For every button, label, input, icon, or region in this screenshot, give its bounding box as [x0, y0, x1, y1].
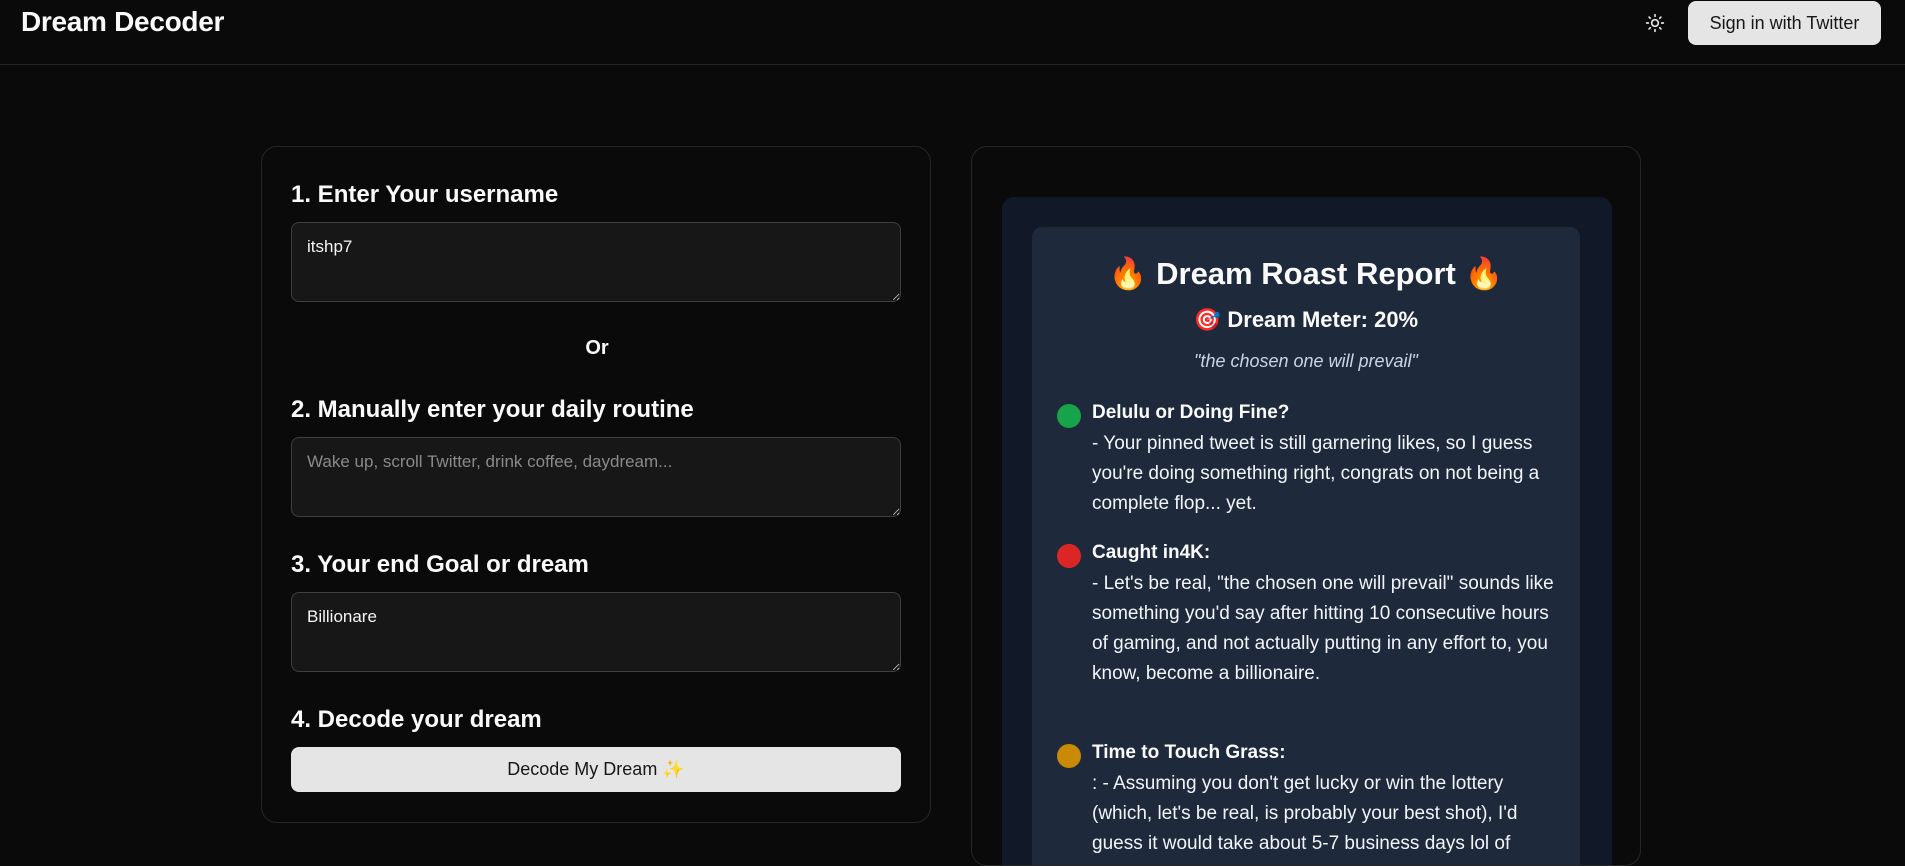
roast-heading: Caught in4K:	[1092, 542, 1211, 563]
roast-heading: Time to Touch Grass:	[1092, 742, 1286, 763]
or-divider: Or	[585, 337, 609, 359]
step3-label: 3. Your end Goal or dream	[291, 551, 589, 578]
report-panel: 🔥 Dream Roast Report 🔥 🎯 Dream Meter: 20…	[971, 146, 1641, 866]
step2-label: 2. Manually enter your daily routine	[291, 396, 694, 423]
roast-body: : - Assuming you don't get lucky or win …	[1092, 773, 1518, 854]
status-dot-red	[1057, 544, 1081, 568]
decode-dream-button[interactable]: Decode My Dream ✨	[291, 747, 901, 792]
sun-icon[interactable]	[1642, 10, 1668, 36]
dream-quote: "the chosen one will prevail"	[1194, 351, 1418, 371]
report-container: 🔥 Dream Roast Report 🔥 🎯 Dream Meter: 20…	[1002, 197, 1612, 865]
dream-meter: 🎯 Dream Meter: 20%	[1193, 307, 1419, 332]
sign-in-twitter-button[interactable]: Sign in with Twitter	[1688, 1, 1881, 45]
daily-routine-input[interactable]	[291, 437, 901, 517]
step4-label: 4. Decode your dream	[291, 706, 542, 733]
step1-label: 1. Enter Your username	[291, 181, 559, 208]
report-title: 🔥 Dream Roast Report 🔥	[1108, 256, 1504, 291]
status-dot-green	[1057, 404, 1081, 428]
brand-logo-text[interactable]: Dream Decoder	[21, 6, 224, 38]
roast-body: - Let's be real, "the chosen one will pr…	[1092, 573, 1554, 684]
roast-body: - Your pinned tweet is still garnering l…	[1092, 433, 1540, 514]
status-dot-yellow	[1057, 744, 1081, 768]
username-input[interactable]: itshp7	[291, 222, 901, 302]
end-goal-input[interactable]: Billionare	[291, 592, 901, 672]
roast-report-card: 🔥 Dream Roast Report 🔥 🎯 Dream Meter: 20…	[1032, 227, 1580, 865]
top-navbar: Dream Decoder Sign in with Twitter	[0, 0, 1905, 65]
dream-input-form: 1. Enter Your username itshp7 Or 2. Manu…	[261, 146, 931, 823]
roast-heading: Delulu or Doing Fine?	[1092, 402, 1290, 423]
